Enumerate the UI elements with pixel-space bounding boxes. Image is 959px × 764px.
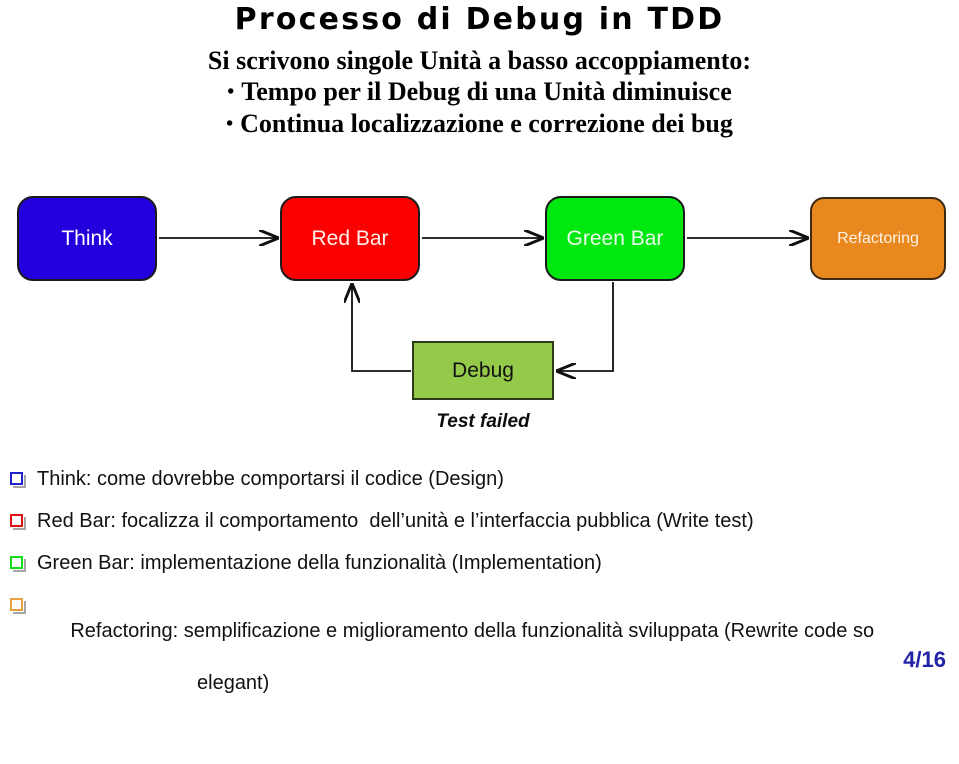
subtitle-line-3: Continua localizzazione e correzione dei… <box>0 108 959 140</box>
list-item: Think: come dovrebbe comportarsi il codi… <box>0 466 959 492</box>
square-bullet-icon <box>10 472 26 488</box>
diagram-node-green-bar-label: Green Bar <box>566 227 664 250</box>
list-item-text: Green Bar: implementazione della funzion… <box>37 552 602 574</box>
list-item: Red Bar: focalizza il comportamento dell… <box>0 508 959 534</box>
diagram-node-red-bar[interactable]: Red Bar <box>280 196 420 281</box>
diagram-node-red-bar-label: Red Bar <box>311 227 389 250</box>
subtitle-line-2: Tempo per il Debug di una Unità diminuis… <box>0 76 959 108</box>
page-title: Processo di Debug in TDD <box>234 2 725 37</box>
list-item-text: Refactoring: semplificazione e miglioram… <box>37 592 959 748</box>
square-bullet-icon <box>10 556 26 572</box>
page-number: 4/16 <box>903 647 946 672</box>
square-bullet-icon <box>10 514 26 530</box>
subtitle-block: Si scrivono singole Unità a basso accopp… <box>0 45 959 140</box>
list-item: Refactoring: semplificazione e miglioram… <box>0 592 959 748</box>
diagram-node-green-bar[interactable]: Green Bar <box>545 196 685 281</box>
list-item-text-continuation: elegant) <box>197 672 270 694</box>
diagram-node-think[interactable]: Think <box>17 196 157 281</box>
list-item: Green Bar: implementazione della funzion… <box>0 550 959 576</box>
subtitle-line-1: Si scrivono singole Unità a basso accopp… <box>207 46 752 75</box>
edge-green-bar-to-debug <box>558 282 614 371</box>
diagram-node-debug[interactable]: Debug <box>412 341 554 400</box>
list-item-text: Think: come dovrebbe comportarsi il codi… <box>37 468 504 490</box>
list-item-text-line-1: Refactoring: semplificazione e miglioram… <box>70 620 875 642</box>
diagram-node-debug-label: Debug <box>452 359 514 382</box>
diagram-edge-label-test-failed: Test failed <box>436 411 530 432</box>
diagram-node-refactoring[interactable]: Refactoring <box>810 197 946 280</box>
diagram-node-refactoring-label: Refactoring <box>837 229 919 247</box>
list-item-text: Red Bar: focalizza il comportamento dell… <box>37 510 754 532</box>
bullet-list: Think: come dovrebbe comportarsi il codi… <box>0 466 959 764</box>
edge-debug-to-red-bar <box>352 285 411 372</box>
square-bullet-icon <box>10 598 26 614</box>
diagram-node-think-label: Think <box>61 227 113 250</box>
